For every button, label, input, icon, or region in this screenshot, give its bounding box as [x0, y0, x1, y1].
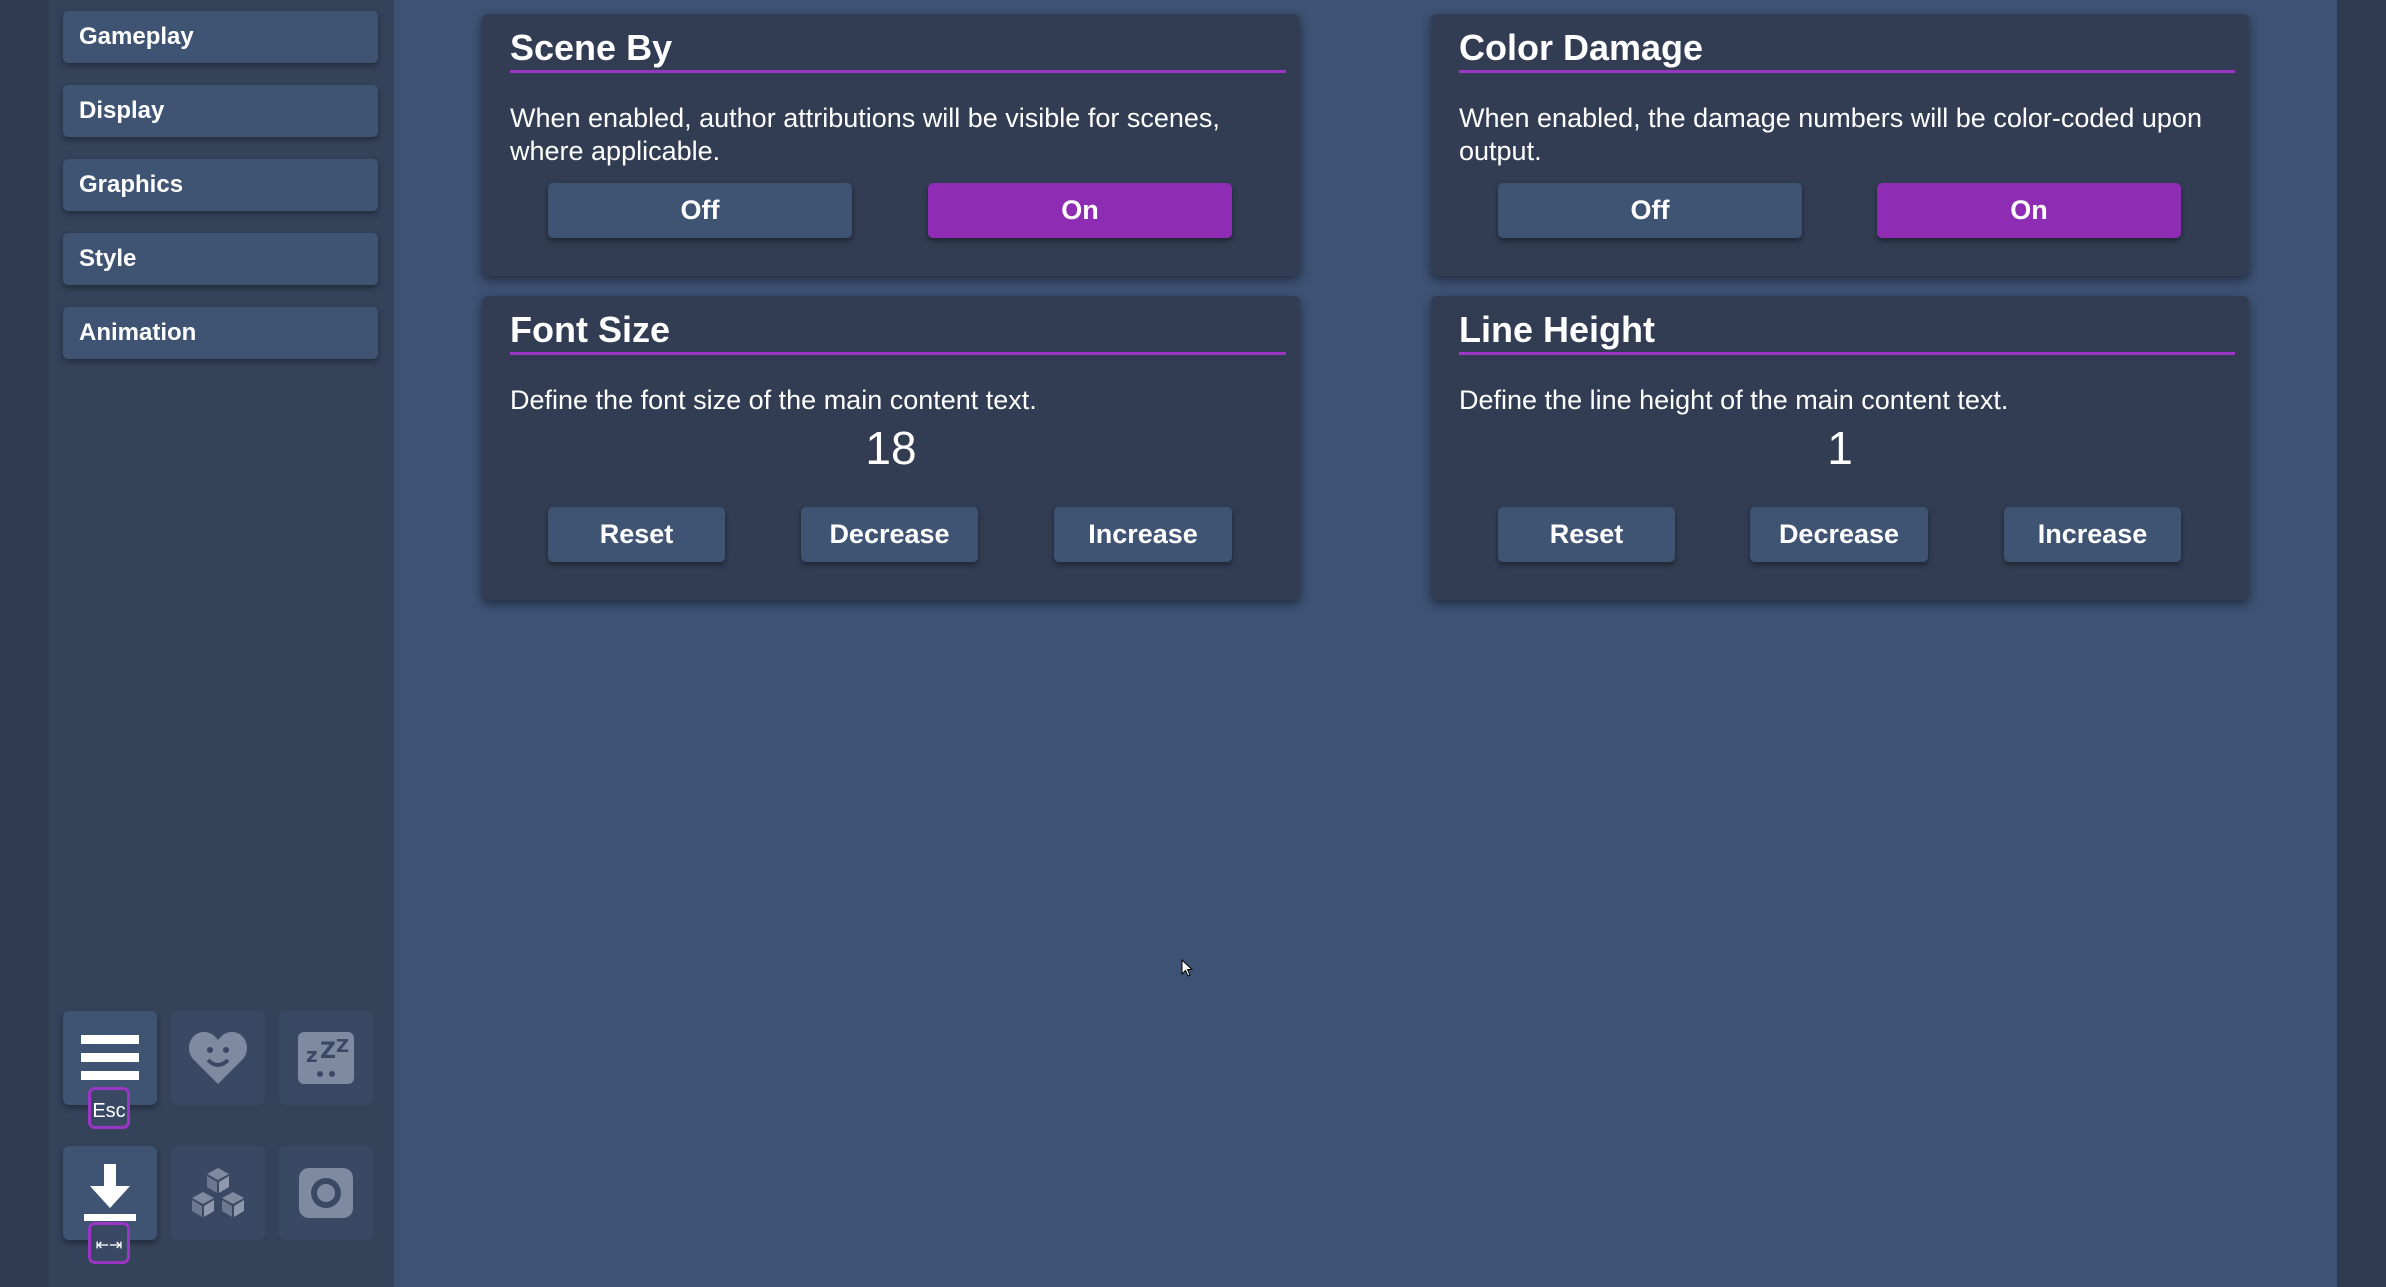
sleep-icon: z Z Z	[298, 1032, 354, 1084]
svg-text:Z: Z	[336, 1036, 349, 1057]
color-damage-panel: Color Damage When enabled, the damage nu…	[1431, 14, 2249, 276]
right-edge	[2337, 0, 2386, 1287]
color-damage-title: Color Damage	[1459, 28, 2235, 73]
svg-text:Z: Z	[320, 1039, 336, 1064]
sidebar-item-animation[interactable]: Animation	[63, 307, 378, 359]
esc-key-badge: Esc	[88, 1087, 130, 1129]
font-size-value: 18	[865, 422, 917, 474]
sidebar-item-display[interactable]: Display	[63, 85, 378, 137]
screenshot-button[interactable]	[279, 1146, 373, 1240]
line-height-decrease-button[interactable]: Decrease	[1750, 507, 1928, 562]
favorites-button[interactable]	[171, 1011, 265, 1105]
color-damage-on-button[interactable]: On	[1877, 183, 2181, 238]
sidebar-item-style[interactable]: Style	[63, 233, 378, 285]
download-icon	[84, 1164, 136, 1221]
save-key-badge: ⇤⇥	[88, 1222, 130, 1264]
sidebar-item-graphics[interactable]: Graphics	[63, 159, 378, 211]
color-damage-off-button[interactable]: Off	[1498, 183, 1802, 238]
scene-by-title: Scene By	[510, 28, 1286, 73]
left-edge	[0, 0, 49, 1287]
font-size-title: Font Size	[510, 310, 1286, 355]
font-size-panel: Font Size Define the font size of the ma…	[482, 296, 1300, 600]
cubes-icon	[192, 1168, 244, 1217]
line-height-description: Define the line height of the main conte…	[1459, 385, 2009, 415]
line-height-reset-button[interactable]: Reset	[1498, 507, 1675, 562]
scene-by-off-button[interactable]: Off	[548, 183, 852, 238]
font-size-increase-button[interactable]: Increase	[1054, 507, 1232, 562]
scene-by-description: When enabled, author attributions will b…	[510, 103, 1220, 166]
font-size-decrease-button[interactable]: Decrease	[801, 507, 978, 562]
line-height-increase-button[interactable]: Increase	[2004, 507, 2181, 562]
menu-icon	[81, 1035, 139, 1080]
svg-text:z: z	[306, 1043, 318, 1067]
gallery-button[interactable]	[171, 1146, 265, 1240]
line-height-title: Line Height	[1459, 310, 2235, 355]
font-size-reset-button[interactable]: Reset	[548, 507, 725, 562]
font-size-description: Define the font size of the main content…	[510, 385, 1037, 415]
sidebar: Gameplay Display Graphics Style Animatio…	[49, 0, 394, 1287]
line-height-value: 1	[1827, 422, 1853, 474]
scene-by-on-button[interactable]: On	[928, 183, 1232, 238]
heart-icon	[189, 1032, 247, 1084]
scene-by-panel: Scene By When enabled, author attributio…	[482, 14, 1300, 276]
mouse-cursor-icon	[1181, 959, 1193, 977]
sidebar-item-gameplay[interactable]: Gameplay	[63, 11, 378, 63]
sleep-button[interactable]: z Z Z	[279, 1011, 373, 1105]
screenshot-icon	[299, 1168, 353, 1218]
color-damage-description: When enabled, the damage numbers will be…	[1459, 103, 2202, 166]
line-height-panel: Line Height Define the line height of th…	[1431, 296, 2249, 600]
